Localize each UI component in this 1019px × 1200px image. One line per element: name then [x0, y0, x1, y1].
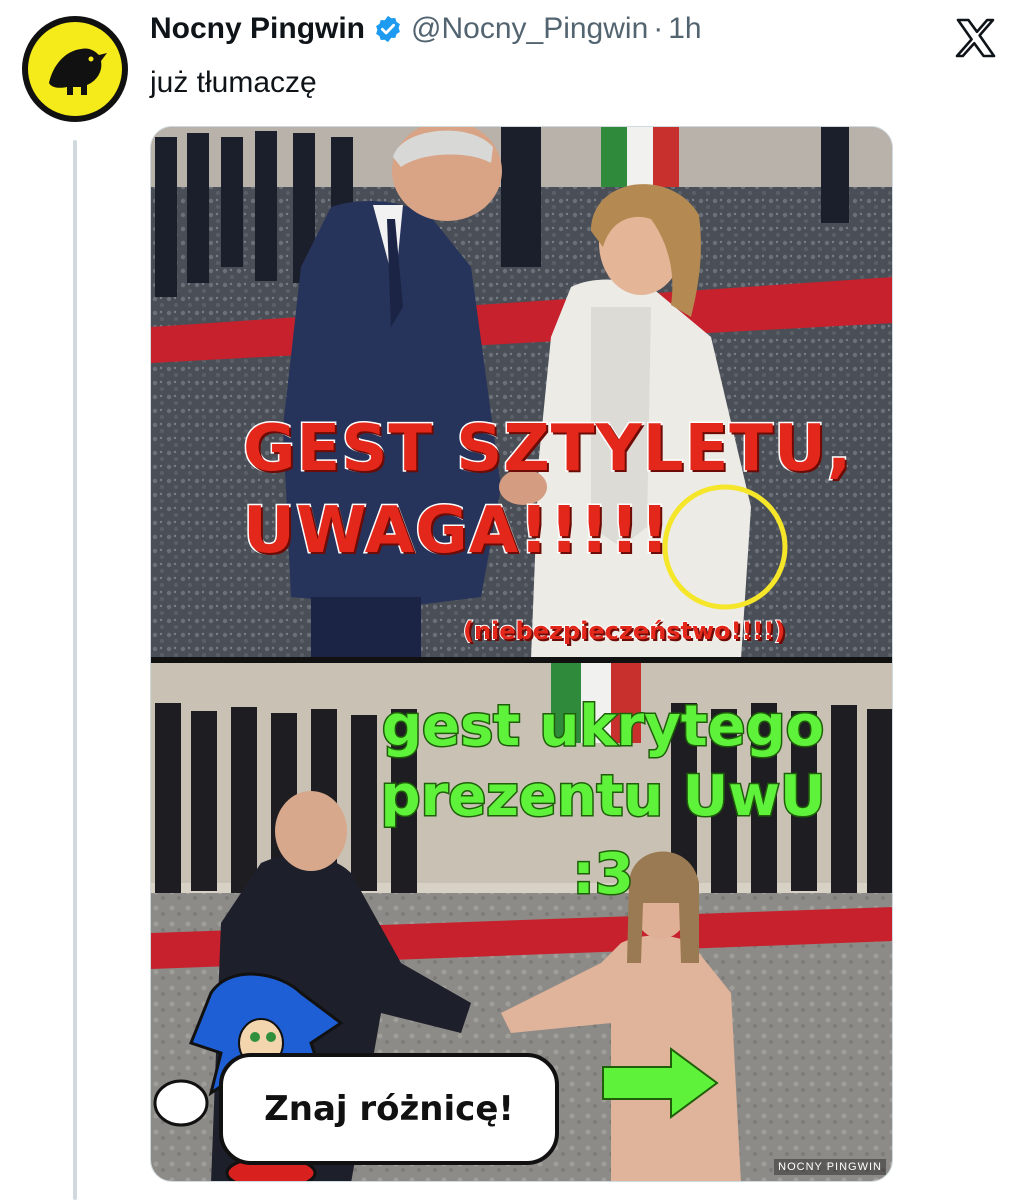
tweet-header: Nocny Pingwin @Nocny_Pingwin · 1h [150, 12, 702, 46]
meme-top-panel: GEST SZTYLETU, UWAGA!!!!! (niebezpieczeń… [151, 127, 892, 659]
top-caption-line2: UWAGA!!!!! [241, 494, 671, 568]
x-logo-icon[interactable] [952, 14, 1000, 62]
thread-line [73, 140, 77, 1200]
tweet-text: już tłumaczę [150, 66, 317, 99]
watermark: NOCNY PINGWIN [774, 1159, 886, 1175]
separator-dot: · [653, 12, 664, 45]
penguin-avatar-icon [28, 22, 122, 116]
display-name[interactable]: Nocny Pingwin [150, 12, 365, 46]
bottom-caption-line1: gest ukrytego [380, 694, 825, 759]
tweet[interactable]: Nocny Pingwin @Nocny_Pingwin · 1h już tł… [0, 0, 1019, 1200]
speech-bubble: Znaj różnicę! [219, 1053, 559, 1165]
avatar[interactable] [22, 16, 128, 122]
verified-badge-icon [373, 14, 403, 44]
top-photo-illustration [151, 127, 892, 659]
timestamp[interactable]: 1h [668, 12, 701, 46]
top-caption-line1: GEST SZTYLETU, [241, 412, 853, 486]
bottom-caption-line2: prezentu UwU [379, 764, 827, 829]
bottom-caption-line3: :3 [571, 842, 635, 907]
meme-bottom-panel: gest ukrytego prezentu UwU :3 Znaj różni… [151, 663, 892, 1181]
tweet-media-image[interactable]: GEST SZTYLETU, UWAGA!!!!! (niebezpieczeń… [150, 126, 893, 1182]
top-caption-small: (niebezpieczeństwo!!!!) [462, 617, 786, 645]
handle[interactable]: @Nocny_Pingwin [411, 12, 648, 46]
